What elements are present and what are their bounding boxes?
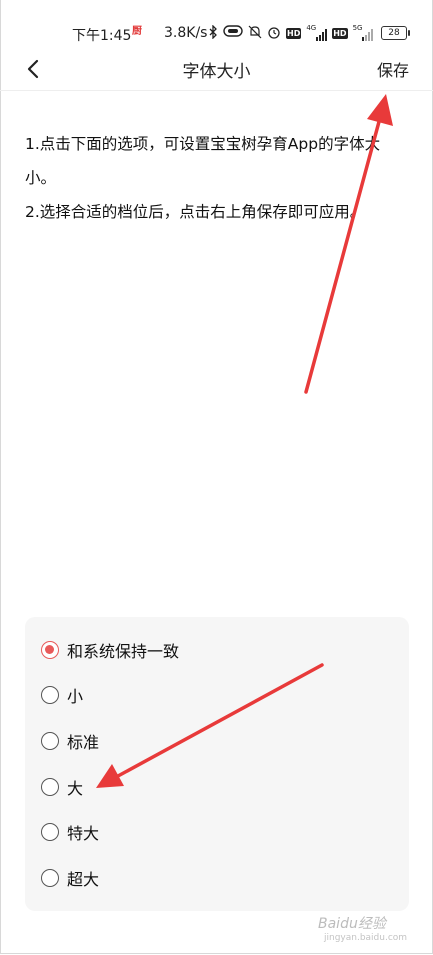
option-label: 标准: [67, 733, 100, 752]
option-label: 小: [67, 687, 84, 706]
network-speed: 3.8K/s: [164, 25, 208, 41]
status-bar: 下午1:45 厨 3.8K/s HD 4G HD 5G 28: [0, 0, 433, 50]
navigation-header: 字体大小 保存: [0, 50, 433, 91]
bluetooth-icon: [208, 24, 218, 41]
vibrate-icon: [223, 25, 243, 41]
watermark-url: jingyan.baidu.com: [324, 933, 408, 943]
instruction-line-1: 1.点击下面的选项，可设置宝宝树孕育App的字体大小。: [25, 135, 381, 187]
hd-icon: HD: [286, 27, 302, 39]
hd-icon-2: HD: [332, 27, 348, 39]
alarm-icon: [267, 25, 281, 41]
battery-icon: 28: [381, 26, 410, 40]
option-small[interactable]: 小: [41, 683, 83, 707]
signal-4g-icon: 4G: [306, 25, 328, 41]
radio-icon: [41, 686, 59, 704]
radio-icon: [41, 823, 59, 841]
save-button[interactable]: 保存: [377, 57, 409, 81]
baidu-watermark: Baidu经验 jingyan.baidu.com: [318, 913, 407, 943]
option-label: 大: [67, 779, 84, 798]
option-label: 特大: [67, 824, 100, 843]
option-label: 和系统保持一致: [67, 642, 180, 661]
option-follow-system[interactable]: 和系统保持一致: [41, 638, 179, 662]
app-notification-icon: 厨: [132, 26, 142, 37]
radio-icon: [41, 732, 59, 750]
radio-icon: [41, 778, 59, 796]
status-icons: HD 4G HD 5G: [208, 24, 374, 42]
mute-icon: [248, 25, 262, 41]
radio-selected-icon: [41, 641, 59, 659]
radio-icon: [41, 869, 59, 887]
signal-5g-icon: 5G: [353, 25, 374, 41]
option-super-large[interactable]: 超大: [41, 866, 99, 890]
instructions: 1.点击下面的选项，可设置宝宝树孕育App的字体大小。 2.选择合适的档位后，点…: [25, 127, 410, 229]
option-standard[interactable]: 标准: [41, 729, 99, 753]
option-label: 超大: [67, 870, 100, 889]
status-time: 下午1:45: [72, 28, 132, 44]
option-extra-large[interactable]: 特大: [41, 820, 99, 844]
instruction-line-2: 2.选择合适的档位后，点击右上角保存即可应用。: [25, 203, 366, 221]
page-title: 字体大小: [182, 62, 251, 82]
option-large[interactable]: 大: [41, 775, 83, 799]
watermark-text: Baidu经验: [318, 916, 386, 932]
font-size-options: 和系统保持一致 小 标准 大 特大 超大: [25, 617, 409, 911]
